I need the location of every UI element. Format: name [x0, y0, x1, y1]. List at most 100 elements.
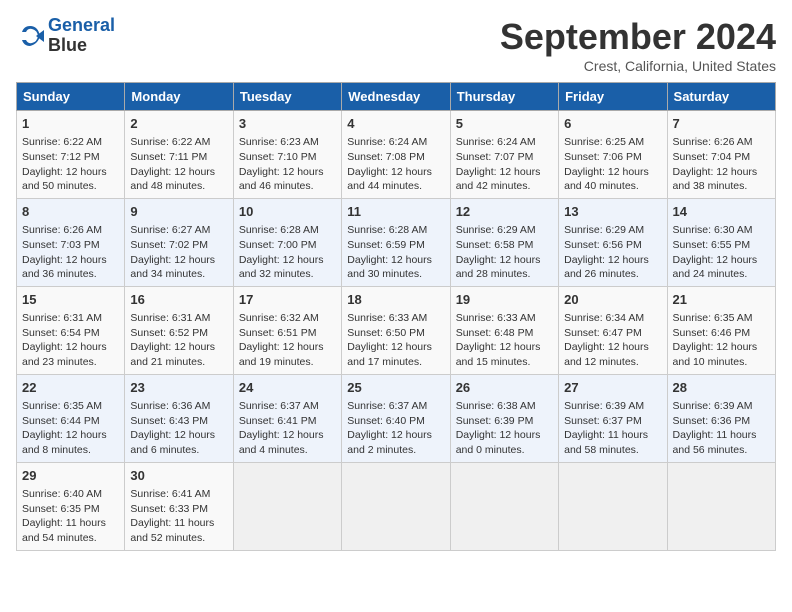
- day-info: Daylight: 12 hours: [22, 428, 119, 443]
- day-info: and 4 minutes.: [239, 443, 336, 458]
- day-number: 2: [130, 115, 227, 133]
- day-number: 28: [673, 379, 770, 397]
- day-info: Daylight: 12 hours: [673, 340, 770, 355]
- day-number: 14: [673, 203, 770, 221]
- logo: GeneralBlue: [16, 16, 115, 56]
- day-info: Daylight: 12 hours: [130, 428, 227, 443]
- calendar-cell: 21Sunrise: 6:35 AMSunset: 6:46 PMDayligh…: [667, 286, 775, 374]
- day-number: 8: [22, 203, 119, 221]
- day-info: and 28 minutes.: [456, 267, 553, 282]
- day-info: Sunset: 6:52 PM: [130, 326, 227, 341]
- day-number: 20: [564, 291, 661, 309]
- calendar-cell: 18Sunrise: 6:33 AMSunset: 6:50 PMDayligh…: [342, 286, 450, 374]
- day-info: and 21 minutes.: [130, 355, 227, 370]
- day-info: Daylight: 11 hours: [564, 428, 661, 443]
- day-info: Daylight: 12 hours: [130, 165, 227, 180]
- day-info: Daylight: 12 hours: [347, 428, 444, 443]
- day-info: Sunrise: 6:40 AM: [22, 487, 119, 502]
- calendar-cell: 2Sunrise: 6:22 AMSunset: 7:11 PMDaylight…: [125, 111, 233, 199]
- day-info: Daylight: 12 hours: [22, 340, 119, 355]
- calendar-cell: 13Sunrise: 6:29 AMSunset: 6:56 PMDayligh…: [559, 198, 667, 286]
- calendar-cell: 7Sunrise: 6:26 AMSunset: 7:04 PMDaylight…: [667, 111, 775, 199]
- day-info: and 52 minutes.: [130, 531, 227, 546]
- day-number: 16: [130, 291, 227, 309]
- day-info: Sunrise: 6:35 AM: [22, 399, 119, 414]
- calendar-week-5: 29Sunrise: 6:40 AMSunset: 6:35 PMDayligh…: [17, 462, 776, 550]
- day-info: Sunrise: 6:37 AM: [239, 399, 336, 414]
- day-info: and 2 minutes.: [347, 443, 444, 458]
- calendar-cell: 5Sunrise: 6:24 AMSunset: 7:07 PMDaylight…: [450, 111, 558, 199]
- day-number: 10: [239, 203, 336, 221]
- day-info: Daylight: 11 hours: [22, 516, 119, 531]
- day-info: Sunset: 6:50 PM: [347, 326, 444, 341]
- calendar-cell: 14Sunrise: 6:30 AMSunset: 6:55 PMDayligh…: [667, 198, 775, 286]
- day-info: Daylight: 12 hours: [347, 340, 444, 355]
- day-info: Sunset: 6:39 PM: [456, 414, 553, 429]
- day-info: Daylight: 12 hours: [673, 165, 770, 180]
- day-info: Sunrise: 6:41 AM: [130, 487, 227, 502]
- day-info: Sunrise: 6:23 AM: [239, 135, 336, 150]
- calendar-week-2: 8 Sunrise: 6:26 AMSunset: 7:03 PM Daylight…: [17, 198, 776, 286]
- day-info: Sunset: 7:12 PM: [22, 150, 119, 165]
- calendar-cell: 8Sunrise: 6:26 AMSunset: 7:03 PMDaylight…: [17, 198, 125, 286]
- day-info: and 30 minutes.: [347, 267, 444, 282]
- day-info: Sunset: 7:00 PM: [239, 238, 336, 253]
- day-info: and 46 minutes.: [239, 179, 336, 194]
- day-number: 3: [239, 115, 336, 133]
- calendar-cell: 19Sunrise: 6:33 AMSunset: 6:48 PMDayligh…: [450, 286, 558, 374]
- day-info: and 19 minutes.: [239, 355, 336, 370]
- weekday-friday: Friday: [559, 83, 667, 111]
- calendar-cell: [233, 462, 341, 550]
- day-info: Daylight: 12 hours: [347, 165, 444, 180]
- day-info: Sunset: 6:55 PM: [673, 238, 770, 253]
- day-info: Sunrise: 6:26 AM: [22, 223, 119, 238]
- day-info: Sunset: 7:03 PM: [22, 238, 119, 253]
- day-info: and 54 minutes.: [22, 531, 119, 546]
- day-info: Sunset: 7:04 PM: [673, 150, 770, 165]
- day-info: Daylight: 11 hours: [673, 428, 770, 443]
- day-info: Sunset: 6:51 PM: [239, 326, 336, 341]
- day-info: Daylight: 12 hours: [130, 253, 227, 268]
- day-info: and 32 minutes.: [239, 267, 336, 282]
- calendar-cell: 10Sunrise: 6:28 AMSunset: 7:00 PMDayligh…: [233, 198, 341, 286]
- day-info: Sunrise: 6:31 AM: [130, 311, 227, 326]
- day-info: and 48 minutes.: [130, 179, 227, 194]
- day-info: Sunset: 6:48 PM: [456, 326, 553, 341]
- header: GeneralBlue September 2024 Crest, Califo…: [16, 16, 776, 74]
- calendar-cell: 3Sunrise: 6:23 AMSunset: 7:10 PMDaylight…: [233, 111, 341, 199]
- day-info: and 23 minutes.: [22, 355, 119, 370]
- day-info: Sunset: 6:54 PM: [22, 326, 119, 341]
- day-info: Sunrise: 6:29 AM: [564, 223, 661, 238]
- calendar-body: 1Sunrise: 6:22 AMSunset: 7:12 PMDaylight…: [17, 111, 776, 551]
- day-number: 13: [564, 203, 661, 221]
- calendar-cell: 20Sunrise: 6:34 AMSunset: 6:47 PMDayligh…: [559, 286, 667, 374]
- day-info: Sunrise: 6:30 AM: [673, 223, 770, 238]
- day-info: Daylight: 12 hours: [22, 165, 119, 180]
- day-info: Sunrise: 6:34 AM: [564, 311, 661, 326]
- weekday-saturday: Saturday: [667, 83, 775, 111]
- day-number: 23: [130, 379, 227, 397]
- calendar-cell: [559, 462, 667, 550]
- day-info: Sunrise: 6:24 AM: [347, 135, 444, 150]
- day-info: and 24 minutes.: [673, 267, 770, 282]
- weekday-tuesday: Tuesday: [233, 83, 341, 111]
- calendar-cell: 28Sunrise: 6:39 AMSunset: 6:36 PMDayligh…: [667, 374, 775, 462]
- calendar-cell: 23Sunrise: 6:36 AMSunset: 6:43 PMDayligh…: [125, 374, 233, 462]
- calendar-cell: 16Sunrise: 6:31 AMSunset: 6:52 PMDayligh…: [125, 286, 233, 374]
- logo-icon: [16, 22, 44, 50]
- day-info: and 44 minutes.: [347, 179, 444, 194]
- weekday-monday: Monday: [125, 83, 233, 111]
- day-info: Sunset: 7:02 PM: [130, 238, 227, 253]
- day-info: and 56 minutes.: [673, 443, 770, 458]
- day-info: Sunrise: 6:39 AM: [673, 399, 770, 414]
- day-info: and 58 minutes.: [564, 443, 661, 458]
- day-number: 15: [22, 291, 119, 309]
- calendar-cell: 1Sunrise: 6:22 AMSunset: 7:12 PMDaylight…: [17, 111, 125, 199]
- day-info: Sunset: 6:59 PM: [347, 238, 444, 253]
- calendar-cell: [667, 462, 775, 550]
- day-info: and 38 minutes.: [673, 179, 770, 194]
- day-info: and 8 minutes.: [22, 443, 119, 458]
- day-info: Daylight: 12 hours: [456, 165, 553, 180]
- day-number: 1: [22, 115, 119, 133]
- location-title: Crest, California, United States: [500, 58, 776, 74]
